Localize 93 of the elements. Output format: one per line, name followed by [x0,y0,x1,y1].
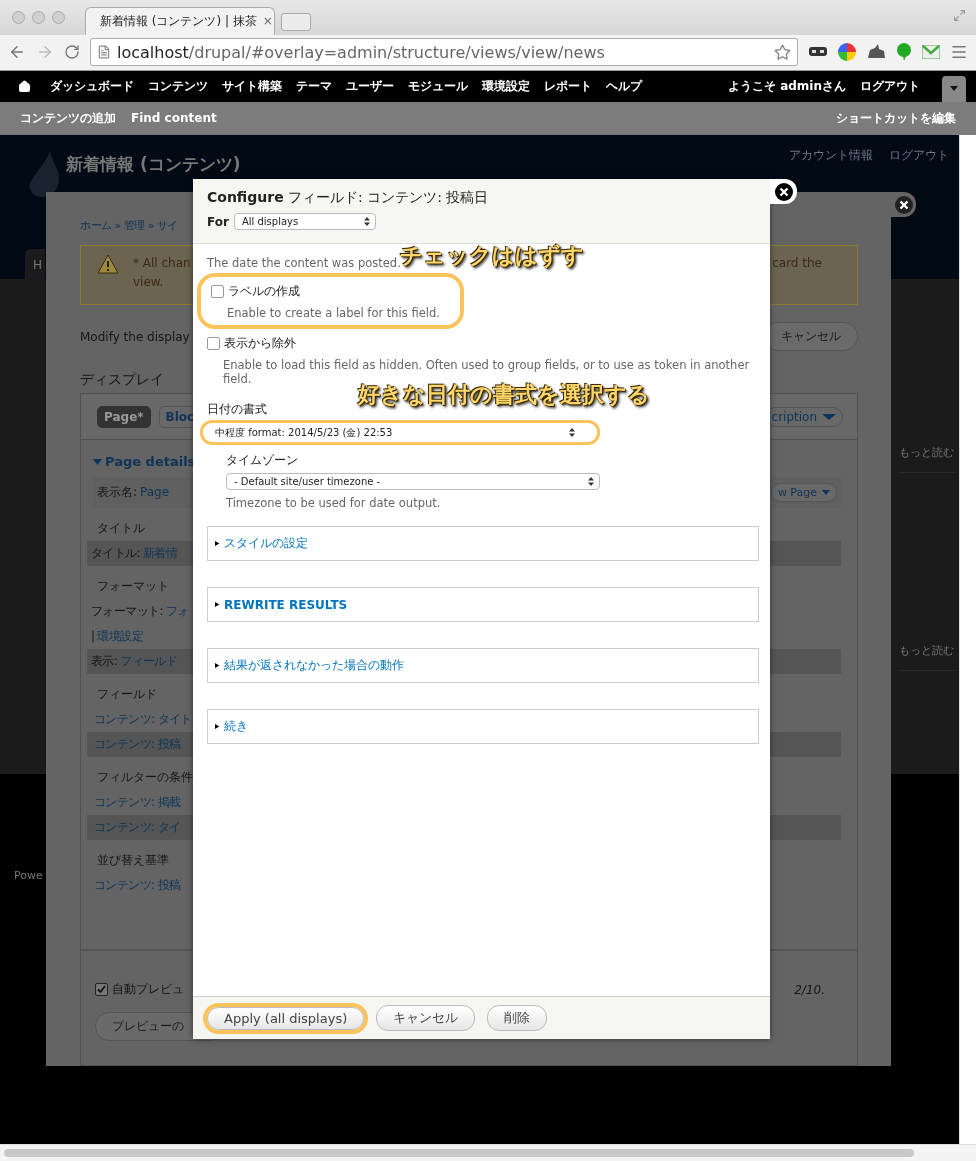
shortcut-link[interactable]: Find content [131,111,217,126]
section-heading: ディスプレイ [80,371,164,390]
note-text: 2/10. [794,982,826,997]
scrollbar-thumb[interactable] [4,1149,914,1158]
browser-tab[interactable]: 新着情報 (コンテンツ) | 抹茶 × [85,6,275,35]
tab-title: 新着情報 (コンテンツ) | 抹茶 [100,12,257,30]
url-path: /drupal/#overlay=admin/structure/views/view/news [188,42,606,62]
toolbar-menu-item[interactable]: サイト構築 [222,77,282,95]
section-link[interactable]: 続き [224,718,248,736]
select-arrows-icon [588,477,594,487]
drawer-toggle[interactable] [942,75,966,102]
timezone-select[interactable]: - Default site/user timezone - [226,473,600,491]
section-label: 並び替え基準 [96,852,170,870]
logout-link[interactable]: ログアウト [860,77,920,95]
setting-label: | [91,629,95,644]
account-link[interactable]: アカウント情報 [789,147,873,165]
close-icon [894,195,913,214]
option-description: Enable to create a label for this field. [227,306,440,321]
toolbar-menu-item[interactable]: ダッシュボード [50,77,134,95]
dialog-button[interactable]: 削除 [487,1005,548,1032]
close-button[interactable] [770,179,797,205]
disclosure-icon[interactable] [215,723,220,731]
section-label: タイトル [96,520,146,538]
address-field[interactable]: localhost/drupal/#overlay=admin/structure/views/view/news [90,38,798,67]
section-link[interactable]: REWRITE RESULTS [224,597,348,612]
checkbox-option[interactable]: 表示から除外 [207,336,759,352]
rhino-icon[interactable] [866,44,886,61]
display-name: 表示名: Page [97,484,170,502]
balloon-icon[interactable] [896,43,912,62]
home-icon[interactable] [18,79,31,93]
url-host: localhost [117,42,189,62]
setting-label: 表示: [91,654,118,669]
caret-icon [822,490,830,496]
display-tab[interactable]: Page* [97,405,151,428]
checkbox[interactable] [207,337,220,351]
edit-shortcuts-link[interactable]: ショートカットを編集 [836,109,956,127]
toolbar-menu-item[interactable]: レポート [544,77,592,95]
caret-icon [93,458,102,465]
fullscreen-icon[interactable] [953,9,966,22]
section-label: フィールド [96,686,158,704]
warning-text-end: card the [772,255,822,273]
dialog-title: Configure フィールド: コンテンツ: 投稿日 [207,189,490,208]
checkbox-option[interactable]: ラベルの作成 [211,284,440,300]
footer-text: Powe [14,869,43,883]
checkbox[interactable] [211,285,224,299]
disclosure-icon[interactable] [215,601,220,609]
section-link[interactable]: 結果が返されなかった場合の動作 [224,657,404,675]
toolbar-menu-item[interactable]: ユーザー [346,77,394,95]
page-tab[interactable]: H [25,249,45,280]
section-link[interactable]: スタイルの設定 [224,535,308,553]
section-label: フィルターの条件 [96,769,194,787]
toolbar-menu-item[interactable]: コンテンツ [148,77,208,95]
caret-icon [822,413,836,420]
star-icon[interactable] [774,43,791,61]
toolbar-menu-item[interactable]: 環境設定 [482,77,530,95]
auto-preview-checkbox[interactable]: 自動プレビュ [95,981,184,999]
dialog-button[interactable]: キャンセル [376,1005,476,1032]
account-link[interactable]: ログアウト [889,147,949,165]
page-icon [97,45,111,60]
color-wheel-icon[interactable] [838,43,856,62]
setting-label: フォーマット: [91,604,163,619]
caret-icon [950,86,958,92]
intro-text: Modify the display [80,329,190,344]
toolbar-menu-item[interactable]: モジュール [408,77,468,95]
checkbox[interactable] [95,983,108,997]
field-label: 日付の書式 [207,402,268,418]
for-label: For [207,214,229,229]
field-description: The date the content was posted. [207,256,401,271]
read-more-link[interactable]: もっと読む [899,445,955,474]
toolbar-menu-item[interactable]: テーマ [296,77,332,95]
dialog-button[interactable]: Apply (all displays) [207,1006,365,1030]
close-button[interactable] [891,192,916,218]
select-arrows-icon [363,217,370,227]
select-arrows-icon [569,428,575,438]
disclosure-icon[interactable] [215,662,220,670]
read-more-link[interactable]: もっと読む [899,643,955,672]
breadcrumb: ホーム » 管理 » サイ [80,218,178,234]
toolbar-menu-item[interactable]: ヘルプ [606,77,642,95]
page-title: 新着情報 (コンテンツ) [66,153,241,177]
annotation-text: チェックははずす [400,242,584,271]
shortcut-link[interactable]: コンテンツの追加 [20,109,116,127]
warning-text: * All chan view. [133,255,191,292]
tab-close[interactable]: × [262,14,273,29]
field-label: タイムゾーン [226,453,299,469]
reload-icon[interactable] [64,44,80,61]
display-select[interactable]: All displays [233,213,376,231]
field-description: Timezone to be used for date output. [226,496,441,511]
close-icon [774,182,793,201]
warning-icon [97,254,119,275]
section-label: フォーマット [96,578,170,596]
greeting-link[interactable]: ようこそ adminさん [727,77,846,95]
disclosure-icon[interactable] [215,540,220,548]
mail-icon[interactable] [922,45,940,60]
